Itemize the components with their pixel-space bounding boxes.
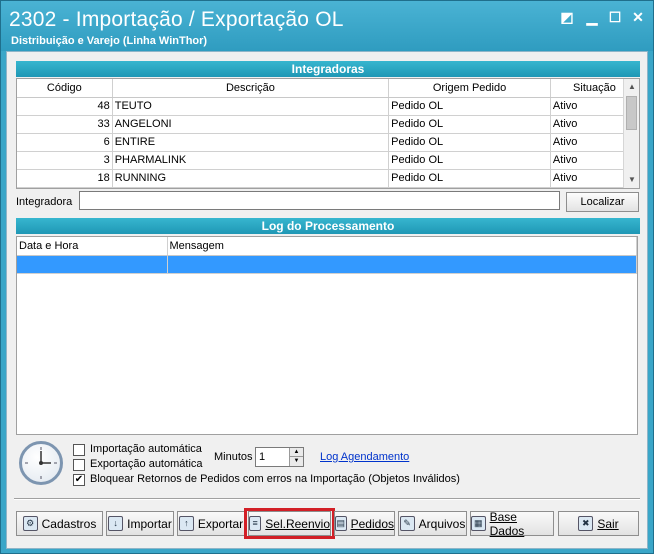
import-icon: ↓ bbox=[108, 516, 124, 531]
cell-origem: Pedido OL bbox=[388, 169, 551, 188]
block-returns-label: Bloquear Retornos de Pedidos com erros n… bbox=[90, 473, 460, 485]
sair-button[interactable]: ✖ Sair bbox=[558, 511, 639, 536]
close-icon[interactable]: ✕ bbox=[627, 8, 649, 26]
cell-descricao: ENTIRE bbox=[112, 133, 390, 152]
exit-icon: ✖ bbox=[578, 516, 594, 531]
minutos-label: Minutos bbox=[214, 451, 253, 463]
integradora-label: Integradora bbox=[16, 196, 73, 208]
sel-reenvio-highlight bbox=[244, 508, 335, 539]
col-descricao[interactable]: Descrição bbox=[112, 79, 390, 98]
arquivos-button[interactable]: ✎ Arquivos bbox=[398, 511, 467, 536]
document-icon: ▤ bbox=[335, 516, 347, 531]
base-dados-button[interactable]: ▦ Base Dados bbox=[470, 509, 554, 538]
minutos-value: 1 bbox=[259, 451, 266, 463]
cell-codigo: 18 bbox=[17, 169, 113, 188]
cell-codigo: 3 bbox=[17, 151, 113, 170]
col-data-hora[interactable]: Data e Hora bbox=[17, 237, 168, 256]
export-icon: ↑ bbox=[178, 516, 194, 531]
import-auto-checkbox[interactable] bbox=[73, 444, 85, 456]
exportar-button[interactable]: ↑ Exportar bbox=[177, 511, 245, 536]
clock-icon bbox=[19, 441, 63, 485]
import-auto-label: Importação automática bbox=[90, 443, 202, 455]
window-subtitle: Distribuição e Varejo (Linha WinThor) bbox=[11, 35, 208, 47]
cadastros-label: Cadastros bbox=[41, 516, 97, 531]
table-row[interactable]: 3 PHARMALINK Pedido OL Ativo bbox=[17, 151, 640, 170]
integradoras-scrollbar[interactable]: ▲ ▼ bbox=[623, 79, 639, 188]
pedidos-label: Pedidos bbox=[350, 516, 394, 531]
cell-descricao: ANGELONI bbox=[112, 115, 390, 134]
table-row[interactable] bbox=[17, 255, 637, 274]
table-row[interactable]: 48 TEUTO Pedido OL Ativo bbox=[17, 97, 640, 116]
cell-origem: Pedido OL bbox=[388, 133, 551, 152]
block-returns-checkbox[interactable]: ✔ bbox=[73, 474, 85, 486]
cell-data-hora bbox=[17, 255, 168, 274]
scroll-thumb[interactable] bbox=[626, 96, 637, 130]
cadastros-button[interactable]: ⚙ Cadastros bbox=[16, 511, 103, 536]
cell-origem: Pedido OL bbox=[388, 151, 551, 170]
col-origem[interactable]: Origem Pedido bbox=[388, 79, 551, 98]
gear-icon: ⚙ bbox=[22, 516, 38, 531]
spin-down-icon[interactable]: ▼ bbox=[289, 457, 303, 466]
window-title: 2302 - Importação / Exportação OL bbox=[9, 8, 344, 31]
cell-codigo: 33 bbox=[17, 115, 113, 134]
export-auto-label: Exportação automática bbox=[90, 458, 203, 470]
table-row[interactable]: 18 RUNNING Pedido OL Ativo bbox=[17, 169, 640, 188]
integradoras-grid[interactable]: Código Descrição Origem Pedido Situação … bbox=[16, 78, 640, 189]
importar-button[interactable]: ↓ Importar bbox=[106, 511, 174, 536]
scroll-up-icon[interactable]: ▲ bbox=[624, 79, 640, 95]
cell-codigo: 48 bbox=[17, 97, 113, 116]
table-row[interactable]: 33 ANGELONI Pedido OL Ativo bbox=[17, 115, 640, 134]
database-icon: ▦ bbox=[471, 516, 486, 531]
cell-origem: Pedido OL bbox=[388, 115, 551, 134]
maximize-icon[interactable]: ☐ bbox=[604, 8, 626, 26]
log-agendamento-link[interactable]: Log Agendamento bbox=[320, 451, 409, 463]
log-grid[interactable]: Data e Hora Mensagem bbox=[16, 236, 638, 435]
exportar-label: Exportar bbox=[197, 516, 244, 531]
toolbar-divider bbox=[14, 498, 640, 500]
table-row[interactable]: 6 ENTIRE Pedido OL Ativo bbox=[17, 133, 640, 152]
pedidos-button[interactable]: ▤ Pedidos bbox=[334, 511, 395, 536]
minimize-icon[interactable]: ▁ bbox=[581, 8, 603, 26]
base-dados-label: Base Dados bbox=[489, 509, 525, 538]
arquivos-label: Arquivos bbox=[418, 516, 466, 531]
integradoras-header: Integradoras bbox=[16, 61, 640, 77]
cell-descricao: RUNNING bbox=[112, 169, 390, 188]
restore-icon[interactable]: ◩ bbox=[556, 8, 578, 26]
minutos-spinner[interactable]: 1 ▲ ▼ bbox=[255, 447, 304, 467]
col-mensagem[interactable]: Mensagem bbox=[167, 237, 637, 256]
cell-codigo: 6 bbox=[17, 133, 113, 152]
importar-label: Importar bbox=[127, 516, 172, 531]
cell-mensagem bbox=[167, 255, 637, 274]
export-auto-checkbox[interactable] bbox=[73, 459, 85, 471]
localizar-button[interactable]: Localizar bbox=[566, 192, 639, 212]
log-header: Log do Processamento bbox=[16, 218, 640, 234]
spin-up-icon[interactable]: ▲ bbox=[289, 448, 303, 457]
files-icon: ✎ bbox=[399, 516, 415, 531]
cell-descricao: PHARMALINK bbox=[112, 151, 390, 170]
main-window: 2302 - Importação / Exportação OL Distri… bbox=[0, 0, 654, 554]
col-codigo[interactable]: Código bbox=[17, 79, 113, 98]
title-bar[interactable]: 2302 - Importação / Exportação OL Distri… bbox=[1, 1, 653, 51]
integradora-input[interactable] bbox=[79, 191, 560, 210]
scroll-down-icon[interactable]: ▼ bbox=[624, 172, 640, 188]
client-area: Integradoras Código Descrição Origem Ped… bbox=[6, 51, 648, 549]
sair-label: Sair bbox=[597, 516, 619, 531]
cell-descricao: TEUTO bbox=[112, 97, 390, 116]
cell-origem: Pedido OL bbox=[388, 97, 551, 116]
